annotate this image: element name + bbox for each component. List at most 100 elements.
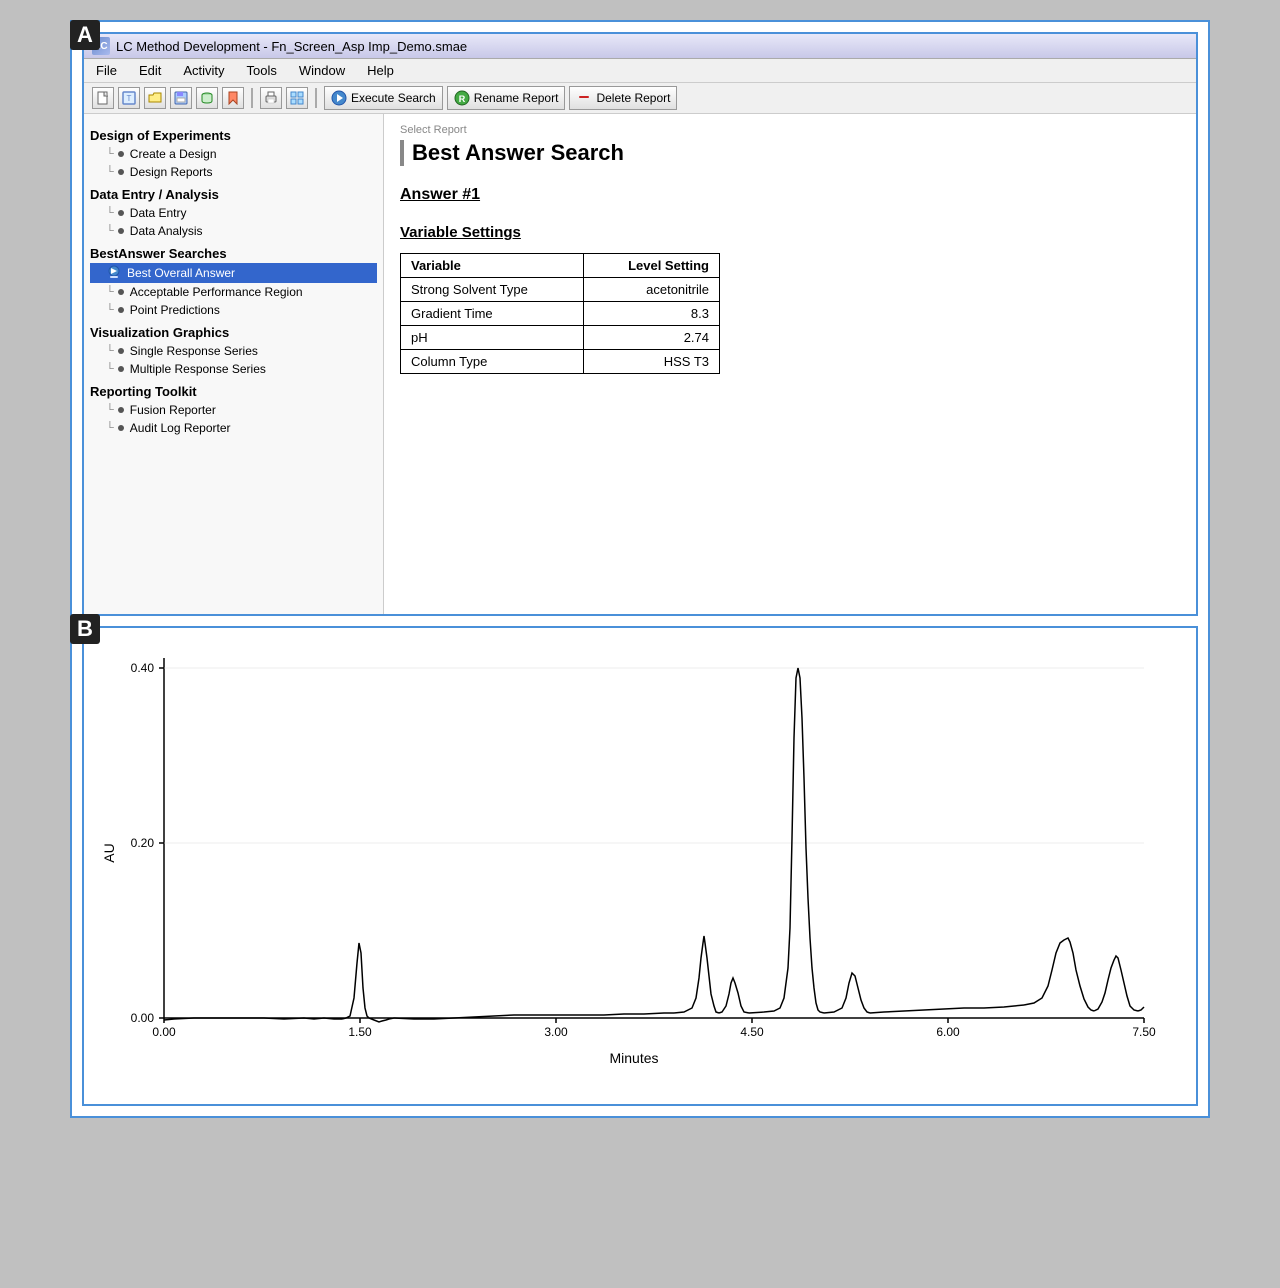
tree-line: └ [106,304,114,316]
execute-search-label: Execute Search [351,91,436,105]
var-name: Gradient Time [401,302,584,326]
col-level-setting: Level Setting [584,254,720,278]
menu-edit[interactable]: Edit [135,61,165,80]
select-report-label: Select Report [400,124,1180,136]
delete-report-button[interactable]: Delete Report [569,86,677,110]
delete-report-label: Delete Report [596,91,670,105]
x-axis-label: Minutes [609,1050,658,1066]
variable-settings-table: Variable Level Setting Strong Solvent Ty… [400,253,720,374]
main-content: Design of Experiments └ Create a Design … [84,114,1196,614]
svg-text:T: T [127,94,132,103]
var-name: Strong Solvent Type [401,278,584,302]
var-value: 8.3 [584,302,720,326]
nav-audit-log-reporter[interactable]: └ Audit Log Reporter [90,419,377,437]
svg-text:0.00: 0.00 [152,1025,176,1039]
answer-heading: Answer #1 [400,186,1180,204]
svg-text:3.00: 3.00 [544,1025,568,1039]
y-axis-label: AU [101,843,117,862]
nav-dot [118,348,124,354]
menu-bar: File Edit Activity Tools Window Help [84,59,1196,83]
col-variable: Variable [401,254,584,278]
svg-text:0.40: 0.40 [131,661,155,675]
bookmark-button[interactable] [222,87,244,109]
title-bar: LC LC Method Development - Fn_Screen_Asp… [84,34,1196,59]
svg-text:R: R [458,94,465,104]
nav-dot [118,210,124,216]
menu-help[interactable]: Help [363,61,398,80]
report-title: Best Answer Search [400,140,1180,166]
table-row: Column Type HSS T3 [401,350,720,374]
save-button[interactable] [170,87,192,109]
rename-icon: R [454,90,470,106]
nav-dot [118,151,124,157]
section-doe: Design of Experiments [90,128,377,143]
menu-window[interactable]: Window [295,61,349,80]
table-row: Gradient Time 8.3 [401,302,720,326]
tree-line: └ [106,148,114,160]
nav-create-design[interactable]: └ Create a Design [90,145,377,163]
nav-acceptable-performance[interactable]: └ Acceptable Performance Region [90,283,377,301]
rename-report-label: Rename Report [474,91,559,105]
nav-dot [118,407,124,413]
svg-text:7.50: 7.50 [1132,1025,1156,1039]
var-value: 2.74 [584,326,720,350]
chromatogram-chart: AU 0.40 0.20 0.0 [94,638,1184,1068]
template-button[interactable]: T [118,87,140,109]
content-pane: Select Report Best Answer Search Answer … [384,114,1196,614]
section-best-answer: BestAnswer Searches [90,246,377,261]
svg-text:0.00: 0.00 [131,1011,155,1025]
panel-label-a: A [70,20,100,50]
nav-design-reports[interactable]: └ Design Reports [90,163,377,181]
nav-dot [118,169,124,175]
section-visualization: Visualization Graphics [90,325,377,340]
svg-text:1.50: 1.50 [348,1025,372,1039]
grid-button[interactable] [286,87,308,109]
menu-file[interactable]: File [92,61,121,80]
nav-multiple-response[interactable]: └ Multiple Response Series [90,360,377,378]
nav-single-response[interactable]: └ Single Response Series [90,342,377,360]
nav-tree: Design of Experiments └ Create a Design … [84,114,384,614]
nav-fusion-reporter[interactable]: └ Fusion Reporter [90,401,377,419]
nav-data-analysis[interactable]: └ Data Analysis [90,222,377,240]
tree-line: └ [106,404,114,416]
nav-point-predictions[interactable]: └ Point Predictions [90,301,377,319]
nav-dot [118,228,124,234]
var-name: Column Type [401,350,584,374]
nav-best-overall-answer[interactable]: Best Overall Answer [90,263,377,283]
new-button[interactable] [92,87,114,109]
database-button[interactable] [196,87,218,109]
execute-search-button[interactable]: Execute Search [324,86,443,110]
nav-dot [118,289,124,295]
execute-icon [331,90,347,106]
panel-label-b: B [70,614,100,644]
window-title: LC Method Development - Fn_Screen_Asp Im… [116,39,467,54]
var-value: HSS T3 [584,350,720,374]
tree-line: └ [106,422,114,434]
open-button[interactable] [144,87,166,109]
tree-line: └ [106,363,114,375]
menu-activity[interactable]: Activity [179,61,228,80]
panel-a: A LC LC Method Development - Fn_Screen_A… [82,32,1198,616]
print-button[interactable] [260,87,282,109]
svg-text:0.20: 0.20 [131,836,155,850]
panel-b: B AU 0.40 0.20 [82,626,1198,1106]
table-row: Strong Solvent Type acetonitrile [401,278,720,302]
menu-tools[interactable]: Tools [243,61,281,80]
tree-line: └ [106,225,114,237]
variable-settings-heading: Variable Settings [400,224,1180,241]
nav-data-entry[interactable]: └ Data Entry [90,204,377,222]
nav-dot [118,366,124,372]
chart-container: AU 0.40 0.20 0.0 [94,638,1186,1094]
svg-text:6.00: 6.00 [936,1025,960,1039]
svg-text:4.50: 4.50 [740,1025,764,1039]
toolbar-sep1 [251,88,253,108]
table-row: pH 2.74 [401,326,720,350]
tree-line: └ [106,207,114,219]
best-answer-icon [106,265,122,281]
var-value: acetonitrile [584,278,720,302]
section-data-entry: Data Entry / Analysis [90,187,377,202]
tree-line: └ [106,166,114,178]
section-reporting: Reporting Toolkit [90,384,377,399]
rename-report-button[interactable]: R Rename Report [447,86,566,110]
nav-dot [118,307,124,313]
